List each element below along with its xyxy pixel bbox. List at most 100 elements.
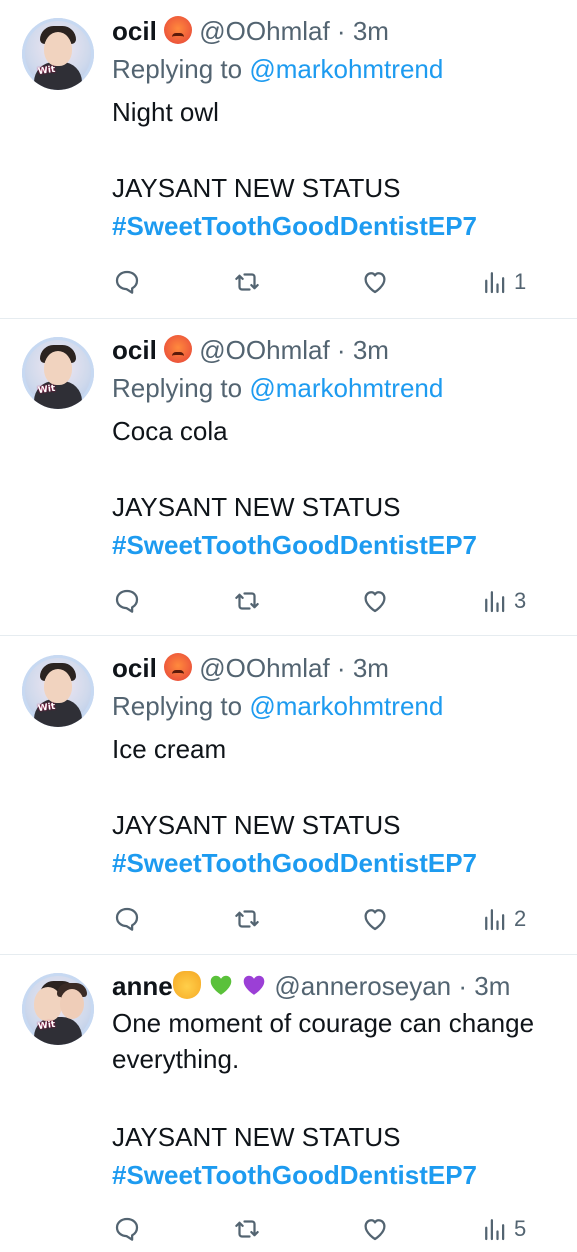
replying-to: Replying to @markohmtrend xyxy=(112,52,443,86)
user-handle[interactable]: @OOhmlaf xyxy=(199,335,329,365)
tweet-actions: 1 xyxy=(112,262,552,302)
reply-mention-link[interactable]: @markohmtrend xyxy=(249,373,443,403)
tweet-text-line xyxy=(112,449,577,485)
tweet-text-line: Ice cream xyxy=(112,734,227,764)
tweet-card[interactable]: Wit ocil @OOhmlaf · 3m Replying to @mark… xyxy=(0,637,577,953)
like-button[interactable] xyxy=(360,899,390,939)
views-count: 1 xyxy=(514,269,527,294)
tweet-header: ocil @OOhmlaf · 3m xyxy=(112,14,389,48)
retweet-button[interactable] xyxy=(232,581,262,621)
tweet-text-line: everything. xyxy=(112,1044,240,1074)
user-avatar[interactable]: Wit xyxy=(22,973,94,1045)
divider xyxy=(0,635,577,636)
replying-to: Replying to @markohmtrend xyxy=(112,689,443,723)
replying-to-label: Replying to xyxy=(112,373,243,403)
views-count: 5 xyxy=(514,1216,527,1241)
tweet-text-line: Night owl xyxy=(112,97,219,127)
views-bar-chart-icon xyxy=(485,1219,505,1241)
purple-heart-emoji-icon xyxy=(243,975,265,995)
reply-bubble-icon xyxy=(115,907,139,931)
tweet-text-line xyxy=(112,130,577,166)
retweet-icon xyxy=(235,1220,259,1238)
retweet-icon xyxy=(235,273,259,291)
tweet-text: Ice cream JAYSANT NEW STATUS #SweetTooth… xyxy=(112,731,577,881)
retweet-button[interactable] xyxy=(232,899,262,939)
retweet-icon xyxy=(235,910,259,928)
timestamp[interactable]: 3m xyxy=(474,971,510,1001)
tweet-text-line: One moment of courage can change xyxy=(112,1008,535,1038)
green-heart-emoji-icon xyxy=(210,975,232,995)
like-button[interactable] xyxy=(360,262,390,302)
views-count: 3 xyxy=(514,588,527,613)
reply-bubble-icon xyxy=(115,1217,139,1241)
reply-button[interactable] xyxy=(112,262,142,302)
user-handle[interactable]: @OOhmlaf xyxy=(199,16,329,46)
heart-icon xyxy=(364,272,386,294)
tweet-card[interactable]: Wit anne @anneroseyan · 3m One moment of… xyxy=(0,955,577,1252)
separator-dot: · xyxy=(336,16,346,46)
hashtag-link[interactable]: #SweetToothGoodDentistEP7 xyxy=(112,1157,577,1193)
angry-face-emoji-icon xyxy=(164,653,193,681)
like-button[interactable] xyxy=(360,581,390,621)
user-avatar[interactable]: Wit xyxy=(22,18,94,90)
tweet-text-line xyxy=(112,767,577,803)
retweet-button[interactable] xyxy=(232,262,262,302)
tweet-header: ocil @OOhmlaf · 3m xyxy=(112,651,389,685)
tweet-actions: 2 xyxy=(112,899,552,939)
replying-to: Replying to @markohmtrend xyxy=(112,371,443,405)
tweet-card[interactable]: Wit ocil @OOhmlaf · 3m Replying to @mark… xyxy=(0,0,577,318)
separator-dot: · xyxy=(336,335,346,365)
tweet-text-line: Coca cola xyxy=(112,416,228,446)
tweet-text-line: JAYSANT NEW STATUS xyxy=(112,173,401,203)
views-button[interactable]: 2 xyxy=(480,899,526,939)
timestamp[interactable]: 3m xyxy=(353,335,389,365)
views-bar-chart-icon xyxy=(485,272,505,294)
cat-face-emoji-icon xyxy=(172,971,201,999)
views-bar-chart-icon xyxy=(485,591,505,613)
user-avatar[interactable]: Wit xyxy=(22,655,94,727)
reply-button[interactable] xyxy=(112,581,142,621)
tweet-text-line: JAYSANT NEW STATUS xyxy=(112,810,401,840)
views-button[interactable]: 1 xyxy=(480,262,526,302)
tweet-text-line: JAYSANT NEW STATUS xyxy=(112,1122,401,1152)
like-button[interactable] xyxy=(360,1209,390,1249)
heart-icon xyxy=(364,909,386,931)
hashtag-link[interactable]: #SweetToothGoodDentistEP7 xyxy=(112,208,577,244)
tweet-actions: 5 xyxy=(112,1209,552,1249)
display-name[interactable]: ocil xyxy=(112,653,157,683)
reply-bubble-icon xyxy=(115,589,139,613)
views-button[interactable]: 5 xyxy=(480,1209,526,1249)
heart-icon xyxy=(364,591,386,613)
hashtag-link[interactable]: #SweetToothGoodDentistEP7 xyxy=(112,845,577,881)
separator-dot: · xyxy=(458,971,468,1001)
display-name[interactable]: anne xyxy=(112,971,173,1001)
angry-face-emoji-icon xyxy=(164,16,193,44)
views-button[interactable]: 3 xyxy=(480,581,526,621)
retweet-icon xyxy=(235,592,259,610)
tweet-text: One moment of courage can change everyth… xyxy=(112,1005,577,1193)
tweet-text-line xyxy=(112,1077,577,1113)
hashtag-link[interactable]: #SweetToothGoodDentistEP7 xyxy=(112,527,577,563)
replying-to-label: Replying to xyxy=(112,691,243,721)
user-handle[interactable]: @anneroseyan xyxy=(274,971,451,1001)
angry-face-emoji-icon xyxy=(164,335,193,363)
retweet-button[interactable] xyxy=(232,1209,262,1249)
tweet-text: Coca cola JAYSANT NEW STATUS #SweetTooth… xyxy=(112,413,577,563)
user-handle[interactable]: @OOhmlaf xyxy=(199,653,329,683)
reply-button[interactable] xyxy=(112,899,142,939)
reply-button[interactable] xyxy=(112,1209,142,1249)
display-name[interactable]: ocil xyxy=(112,16,157,46)
views-count: 2 xyxy=(514,906,527,931)
user-avatar[interactable]: Wit xyxy=(22,337,94,409)
reply-mention-link[interactable]: @markohmtrend xyxy=(249,54,443,84)
timestamp[interactable]: 3m xyxy=(353,653,389,683)
tweet-card[interactable]: Wit ocil @OOhmlaf · 3m Replying to @mark… xyxy=(0,319,577,635)
replying-to-label: Replying to xyxy=(112,54,243,84)
display-name[interactable]: ocil xyxy=(112,335,157,365)
timestamp[interactable]: 3m xyxy=(353,16,389,46)
tweet-header: ocil @OOhmlaf · 3m xyxy=(112,333,389,367)
tweet-text-line: JAYSANT NEW STATUS xyxy=(112,492,401,522)
heart-icon xyxy=(364,1219,386,1241)
reply-mention-link[interactable]: @markohmtrend xyxy=(249,691,443,721)
tweet-text: Night owl JAYSANT NEW STATUS #SweetTooth… xyxy=(112,94,577,244)
